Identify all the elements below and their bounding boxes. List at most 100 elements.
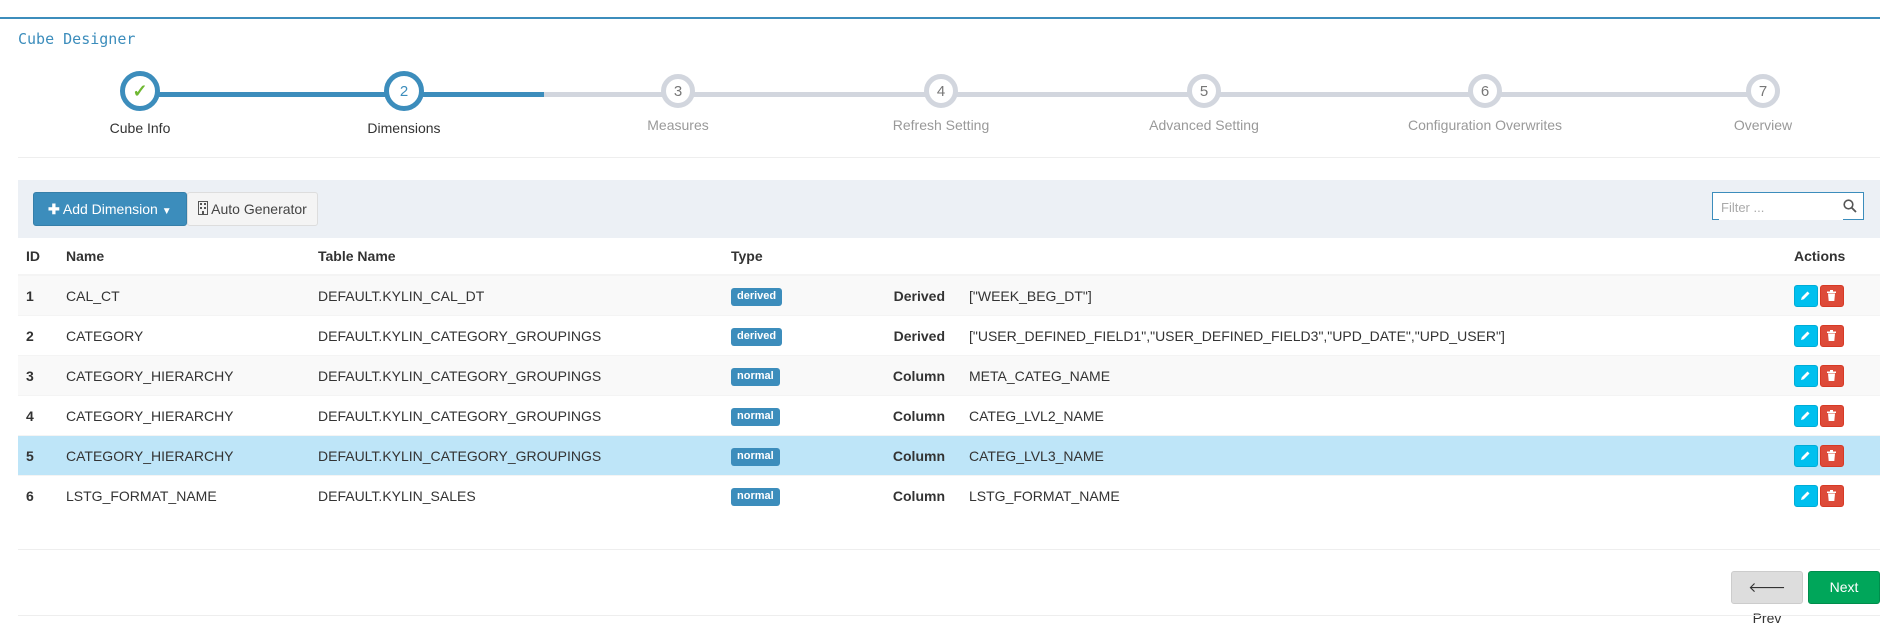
type-badge: normal <box>731 407 780 426</box>
cell-id: 1 <box>18 274 58 316</box>
cell-table-name: DEFAULT.KYLIN_CATEGORY_GROUPINGS <box>310 435 723 476</box>
edit-button[interactable] <box>1794 444 1818 467</box>
edit-button[interactable] <box>1794 484 1818 507</box>
next-button[interactable]: Next 🡒 <box>1808 571 1880 626</box>
table-row[interactable]: 4 CATEGORY_HIERARCHY DEFAULT.KYLIN_CATEG… <box>18 395 1880 436</box>
trash-icon <box>1827 369 1836 381</box>
cell-id: 5 <box>18 435 58 476</box>
divider <box>18 615 1880 616</box>
step-6-circle: 6 <box>1468 74 1502 108</box>
header-actions: Actions <box>1786 238 1880 276</box>
delete-button[interactable] <box>1820 484 1844 507</box>
divider <box>18 549 1880 550</box>
pencil-icon <box>1801 411 1810 420</box>
search-icon[interactable] <box>1843 199 1857 213</box>
top-border <box>0 17 1880 19</box>
cell-actions <box>1786 274 1880 316</box>
cell-kind: Column <box>883 395 961 436</box>
next-label: Next <box>1829 579 1859 595</box>
cell-type: normal <box>723 355 883 396</box>
cell-id: 2 <box>18 315 58 356</box>
cell-table-name: DEFAULT.KYLIN_SALES <box>310 475 723 515</box>
cell-name: CATEGORY_HIERARCHY <box>58 395 310 436</box>
arrow-right-icon: 🡒 <box>1825 610 1863 626</box>
header-empty <box>961 238 1786 276</box>
step-2-circle: 2 <box>384 71 424 111</box>
step-refresh-setting[interactable]: 4 Refresh Setting <box>821 70 1061 133</box>
edit-button[interactable] <box>1794 364 1818 387</box>
cell-name: CATEGORY_HIERARCHY <box>58 435 310 476</box>
cell-kind: Column <box>883 355 961 396</box>
table-row[interactable]: 6 LSTG_FORMAT_NAME DEFAULT.KYLIN_SALES n… <box>18 475 1880 515</box>
cell-actions <box>1786 315 1880 356</box>
table-row[interactable]: 3 CATEGORY_HIERARCHY DEFAULT.KYLIN_CATEG… <box>18 355 1880 396</box>
table-header-row: ID Name Table Name Type Actions <box>18 238 1880 276</box>
step-label: Cube Info <box>109 120 171 136</box>
step-label: Measures <box>647 117 709 133</box>
cell-actions <box>1786 395 1880 436</box>
cell-kind: Column <box>883 475 961 515</box>
type-badge: normal <box>731 367 780 386</box>
cell-name: CAL_CT <box>58 274 310 316</box>
step-measures[interactable]: 3 Measures <box>558 70 798 133</box>
auto-generator-button[interactable]: Auto Generator <box>187 192 318 226</box>
cell-kind: Derived <box>883 274 961 316</box>
trash-icon <box>1827 289 1836 301</box>
step-configuration-overwrites[interactable]: 6 Configuration Overwrites <box>1365 70 1605 133</box>
cell-table-name: DEFAULT.KYLIN_CATEGORY_GROUPINGS <box>310 315 723 356</box>
table-row[interactable]: 1 CAL_CT DEFAULT.KYLIN_CAL_DT derived De… <box>18 274 1880 316</box>
edit-button[interactable] <box>1794 324 1818 347</box>
header-table-name: Table Name <box>310 238 723 276</box>
pencil-icon <box>1801 491 1810 500</box>
delete-button[interactable] <box>1820 444 1844 467</box>
step-label: Refresh Setting <box>892 117 990 133</box>
cell-actions <box>1786 435 1880 476</box>
cell-type: normal <box>723 475 883 515</box>
edit-button[interactable] <box>1794 284 1818 307</box>
cell-actions <box>1786 475 1880 515</box>
step-advanced-setting[interactable]: 5 Advanced Setting <box>1084 70 1324 133</box>
edit-button[interactable] <box>1794 404 1818 427</box>
type-badge: normal <box>731 447 780 466</box>
delete-button[interactable] <box>1820 324 1844 347</box>
pencil-icon <box>1801 371 1810 380</box>
divider <box>18 157 1880 158</box>
arrow-left-icon: 🡐 <box>1748 579 1786 595</box>
header-name: Name <box>58 238 310 276</box>
cell-name: CATEGORY_HIERARCHY <box>58 355 310 396</box>
trash-icon <box>1827 329 1836 341</box>
step-7-circle: 7 <box>1746 74 1780 108</box>
step-label: Advanced Setting <box>1149 117 1259 133</box>
header-id: ID <box>18 238 58 276</box>
step-overview[interactable]: 7 Overview <box>1643 70 1883 133</box>
cell-name: CATEGORY <box>58 315 310 356</box>
table-row-selected[interactable]: 5 CATEGORY_HIERARCHY DEFAULT.KYLIN_CATEG… <box>18 435 1880 476</box>
delete-button[interactable] <box>1820 364 1844 387</box>
check-icon: ✓ <box>132 80 148 101</box>
dimensions-table: ID Name Table Name Type Actions 1 CAL_CT… <box>18 238 1880 515</box>
type-badge: derived <box>731 287 783 306</box>
step-cube-info[interactable]: ✓ Cube Info <box>20 70 260 136</box>
delete-button[interactable] <box>1820 404 1844 427</box>
cell-kind: Derived <box>883 315 961 356</box>
pencil-icon <box>1801 451 1810 460</box>
step-label: Overview <box>1733 117 1793 133</box>
filter-input[interactable] <box>1719 194 1843 220</box>
step-label: Dimensions <box>367 120 441 136</box>
prev-button[interactable]: 🡐 Prev <box>1731 571 1803 626</box>
prev-label: Prev <box>1752 610 1782 626</box>
delete-button[interactable] <box>1820 284 1844 307</box>
cell-value: META_CATEG_NAME <box>961 355 1786 396</box>
dimension-toolbar: ✚ Add Dimension ▼ Auto Generator <box>18 180 1880 238</box>
cell-table-name: DEFAULT.KYLIN_CATEGORY_GROUPINGS <box>310 395 723 436</box>
cell-id: 4 <box>18 395 58 436</box>
table-row[interactable]: 2 CATEGORY DEFAULT.KYLIN_CATEGORY_GROUPI… <box>18 315 1880 356</box>
cell-value: ["WEEK_BEG_DT"] <box>961 274 1786 316</box>
building-icon <box>198 194 208 226</box>
header-type: Type <box>723 238 883 276</box>
add-dimension-button[interactable]: ✚ Add Dimension ▼ <box>33 192 187 226</box>
step-dimensions[interactable]: 2 Dimensions <box>284 70 524 136</box>
cell-table-name: DEFAULT.KYLIN_CAL_DT <box>310 274 723 316</box>
cell-value: ["USER_DEFINED_FIELD1","USER_DEFINED_FIE… <box>961 315 1786 356</box>
cell-type: derived <box>723 274 883 316</box>
